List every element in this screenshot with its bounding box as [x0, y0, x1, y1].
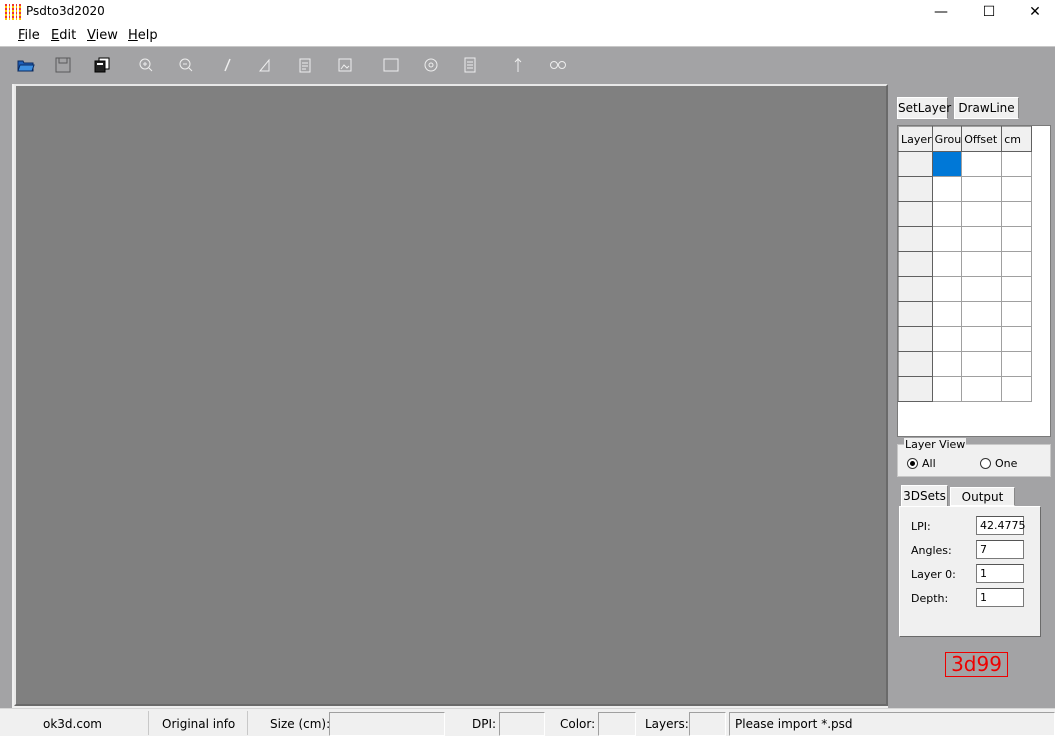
layer-view-group: Layer View All One [897, 438, 1051, 477]
status-dpi-field [499, 712, 545, 736]
table-row [898, 201, 1033, 227]
close-button[interactable]: ✕ [1012, 0, 1055, 24]
layer0-input[interactable]: 1 [976, 564, 1024, 583]
split-icon[interactable] [508, 55, 528, 75]
app-icon [5, 4, 21, 20]
zoom-out-icon[interactable] [176, 55, 196, 75]
radio-all[interactable]: All [907, 457, 936, 470]
layer-grid[interactable]: Layer Grou Offset cm [897, 125, 1051, 437]
radio-one[interactable]: One [980, 457, 1017, 470]
3d-sets-panel: LPI: 42.4775 Angles: 7 Layer 0: 1 Depth:… [899, 506, 1041, 637]
link-circles-icon[interactable] [548, 55, 568, 75]
menu-edit[interactable]: Edit [51, 28, 76, 43]
status-size-label: Size (cm): [270, 717, 331, 731]
grid-header-offset: Offset [961, 126, 1003, 152]
copy-pages-icon[interactable] [92, 55, 112, 75]
selected-cell[interactable] [931, 151, 963, 177]
radio-all-label: All [922, 457, 936, 470]
rectangle-icon[interactable] [381, 55, 401, 75]
layer-view-legend: Layer View [904, 438, 967, 451]
table-row [898, 151, 1033, 177]
table-row [898, 326, 1033, 352]
tab-output-sets[interactable]: Output Sets [950, 487, 1015, 522]
status-dpi-label: DPI: [472, 717, 497, 731]
status-bar: ok3d.com Original info Size (cm): DPI: C… [0, 708, 1055, 736]
menu-view[interactable]: View [87, 28, 118, 43]
tab-3d-sets[interactable]: 3DSets [901, 485, 948, 507]
angles-input[interactable]: 7 [976, 540, 1024, 559]
radio-one-label: One [995, 457, 1018, 470]
status-website: ok3d.com [43, 717, 102, 731]
grid-header-cm: cm [1001, 126, 1033, 152]
radio-all-dot[interactable] [907, 458, 918, 469]
table-row [898, 251, 1033, 277]
lpi-label: LPI: [911, 520, 931, 533]
left-frame [0, 84, 12, 708]
radio-one-dot[interactable] [980, 458, 991, 469]
menu-bar: File Edit View Help [0, 24, 1055, 46]
grid-header-group: Grou [931, 126, 963, 152]
maximize-button[interactable]: ☐ [966, 0, 1012, 24]
status-color-field [598, 712, 636, 736]
brand-badge: 3d99 [945, 652, 1008, 677]
window-title: Psdto3d2020 [26, 4, 105, 18]
toolbar [0, 46, 1055, 84]
depth-label: Depth: [911, 592, 949, 605]
status-original-info: Original info [162, 717, 236, 731]
depth-input[interactable]: 1 [976, 588, 1024, 607]
minimize-button[interactable]: — [918, 0, 964, 24]
layer0-label: Layer 0: [911, 568, 956, 581]
status-layers-field [689, 712, 726, 736]
status-message: Please import *.psd [735, 717, 853, 731]
image-edit-icon[interactable] [336, 55, 356, 75]
pen-icon[interactable] [218, 55, 238, 75]
zoom-in-icon[interactable] [136, 55, 156, 75]
menu-file[interactable]: File [18, 28, 40, 43]
triangle-tool-icon[interactable] [256, 55, 276, 75]
tab-set-layer[interactable]: SetLayer [897, 97, 951, 119]
lpi-input[interactable]: 42.4775 [976, 516, 1026, 535]
table-row [898, 301, 1033, 327]
open-folder-icon[interactable] [16, 55, 36, 75]
table-row [898, 276, 1033, 302]
table-row [898, 176, 1033, 202]
status-size-field [329, 712, 445, 736]
angles-label: Angles: [911, 544, 952, 557]
tab-draw-line[interactable]: DrawLine [954, 97, 1019, 119]
status-color-label: Color: [560, 717, 596, 731]
grid-header-layer: Layer [898, 126, 933, 152]
status-layers-label: Layers: [645, 717, 689, 731]
table-row [898, 376, 1033, 402]
menu-help[interactable]: Help [128, 28, 158, 43]
document-icon[interactable] [461, 55, 481, 75]
target-icon[interactable] [421, 55, 441, 75]
table-row [898, 226, 1033, 252]
main-canvas[interactable] [14, 84, 888, 706]
layer-grid-table[interactable]: Layer Grou Offset cm [898, 126, 1033, 402]
page-edit-icon[interactable] [296, 55, 316, 75]
title-bar: Psdto3d2020 — ☐ ✕ [0, 0, 1055, 24]
save-icon[interactable] [53, 55, 73, 75]
table-row [898, 351, 1033, 377]
